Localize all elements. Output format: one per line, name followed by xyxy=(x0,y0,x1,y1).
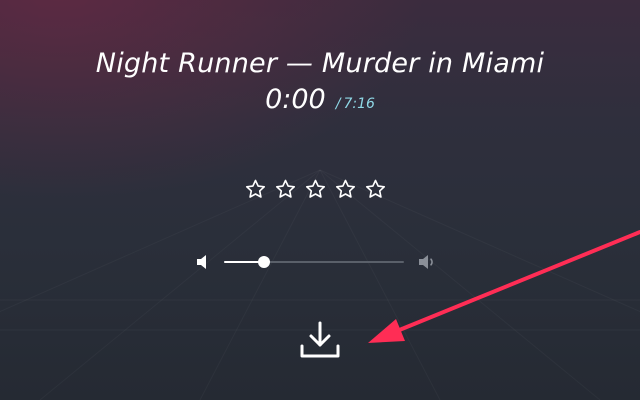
star-rating xyxy=(244,178,394,204)
star-icon[interactable] xyxy=(364,178,387,201)
volume-high-icon[interactable] xyxy=(416,252,438,272)
star-icon[interactable] xyxy=(274,178,297,201)
star-icon[interactable] xyxy=(304,178,327,201)
download-button[interactable] xyxy=(296,318,344,364)
download-icon xyxy=(300,321,340,358)
total-time: 7:16 xyxy=(343,96,375,112)
volume-slider-thumb[interactable] xyxy=(257,256,270,268)
current-time: 0:00 xyxy=(265,84,326,115)
volume-low-icon[interactable] xyxy=(194,252,216,272)
track-title: Night Runner — Murder in Miami xyxy=(95,48,545,79)
volume-slider[interactable] xyxy=(224,256,404,268)
time-display: 0:00 /7:16 xyxy=(0,84,640,115)
time-separator: / xyxy=(335,96,341,112)
star-icon[interactable] xyxy=(244,178,267,201)
volume-control xyxy=(192,250,448,274)
star-icon[interactable] xyxy=(334,178,357,201)
